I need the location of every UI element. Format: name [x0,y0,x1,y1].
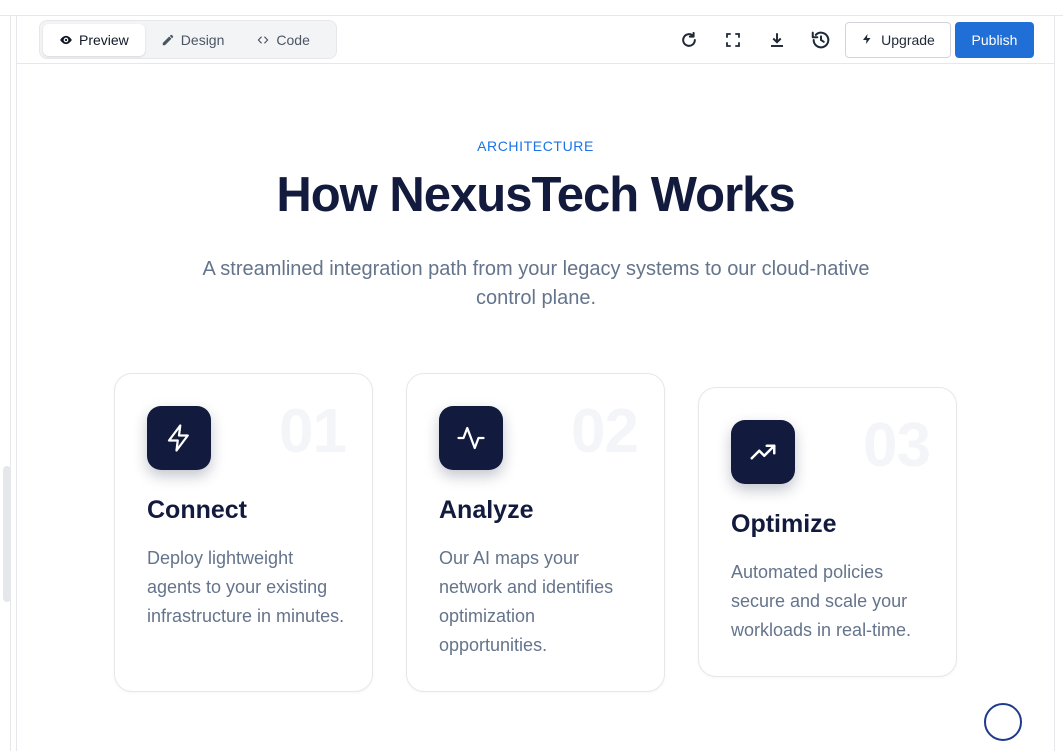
tab-code-label: Code [276,31,310,48]
step-card-optimize: 03 Optimize Automated policies secure an… [698,387,957,677]
publish-button[interactable]: Publish [955,22,1034,58]
trending-up-icon [731,420,795,484]
upgrade-button[interactable]: Upgrade [845,22,951,58]
section-title: How NexusTech Works [276,168,795,222]
step-number: 01 [279,397,347,466]
frame-right-border [1054,16,1055,751]
upgrade-label: Upgrade [881,32,935,48]
tab-preview[interactable]: Preview [43,23,145,56]
step-title: Optimize [731,510,837,538]
browser-top-bar [0,0,1063,16]
tab-preview-label: Preview [79,31,129,48]
frame-left-border [16,16,17,751]
fullscreen-icon[interactable] [721,28,745,52]
floating-action-button[interactable] [984,703,1022,741]
step-description: Deploy lightweight agents to your existi… [147,548,345,626]
step-title: Analyze [439,496,534,524]
history-icon[interactable] [809,28,833,52]
tab-design[interactable]: Design [145,24,241,56]
step-card-analyze: 02 Analyze Our AI maps your network and … [406,373,665,692]
step-card-connect: 01 Connect Deploy lightweight agents to … [114,373,373,692]
left-scrollbar[interactable] [3,466,11,602]
bolt-icon [861,32,873,49]
step-number: 02 [571,397,639,466]
tab-code[interactable]: Code [240,24,325,56]
step-description: Automated policies secure and scale your… [731,562,912,640]
lightning-icon [147,406,211,470]
refresh-icon[interactable] [677,28,701,52]
view-mode-switcher: Preview Design Code [39,20,337,59]
editor-toolbar: Preview Design Code Upgrade Publish [17,16,1054,64]
step-title: Connect [147,496,247,524]
pulse-icon [439,406,503,470]
section-subtitle: A streamlined integration path from your… [202,258,870,309]
code-icon [256,33,270,47]
tab-design-label: Design [180,31,225,48]
step-description: Our AI maps your network and identifies … [439,548,614,655]
publish-label: Publish [971,32,1018,48]
eye-icon [59,33,73,47]
section-eyebrow: ARCHITECTURE [477,138,594,154]
step-number: 03 [863,411,931,480]
left-panel-edge [0,16,11,751]
download-icon[interactable] [765,28,789,52]
pencil-icon [161,33,175,47]
